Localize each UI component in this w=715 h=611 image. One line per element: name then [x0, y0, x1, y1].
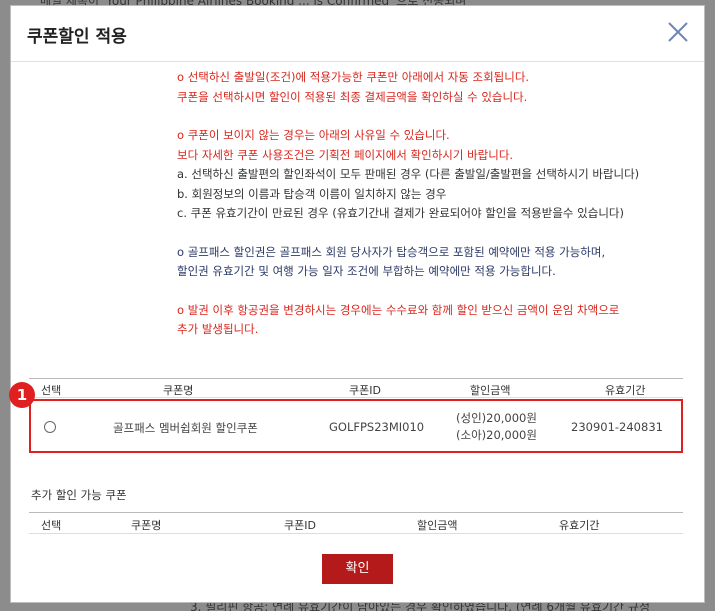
- modal-header: 쿠폰할인 적용: [11, 6, 704, 62]
- confirm-button[interactable]: 확인: [322, 554, 393, 584]
- notice-p2-line1: o 쿠폰이 보이지 않는 경우는 아래의 사유일 수 있습니다.: [177, 128, 450, 142]
- coupon-name: 골프패스 멤버쉽회원 할인쿠폰: [113, 421, 258, 435]
- header-id: 쿠폰ID: [349, 384, 381, 397]
- coupon-validity: 230901-240831: [571, 420, 663, 434]
- extra-header-validity: 유효기간: [559, 519, 600, 532]
- extra-header-name: 쿠폰명: [131, 519, 162, 532]
- coupon-id: GOLFPS23MI010: [329, 420, 425, 434]
- extra-header-amount: 할인금액: [417, 519, 458, 532]
- notice-p2-a: a. 선택하신 출발편의 할인좌석이 모두 판매된 경우 (다른 출발일/출발편…: [177, 167, 640, 181]
- extra-coupon-title: 추가 할인 가능 쿠폰: [31, 488, 127, 502]
- notice-p2-b: b. 회원정보의 이름과 탑승객 이름이 일치하지 않는 경우: [177, 186, 447, 201]
- close-icon[interactable]: [666, 20, 690, 44]
- table-row[interactable]: 골프패스 멤버쉽회원 할인쿠폰 GOLFPS23MI010 (성인)20,000…: [29, 399, 683, 453]
- coupon-select-radio[interactable]: [44, 421, 56, 433]
- notice-p1-line1: o 선택하신 출발일(조건)에 적용가능한 쿠폰만 아래에서 자동 조회됩니다.: [177, 70, 530, 84]
- extra-header-id: 쿠폰ID: [284, 519, 316, 532]
- notice-p2-c: c. 쿠폰 유효기간이 만료된 경우 (유효기간내 결제가 완료되어야 할인을 …: [177, 206, 624, 220]
- notice-p4-line1: o 발권 이후 항공권을 변경하시는 경우에는 수수료와 함께 할인 받으신 금…: [177, 302, 620, 317]
- notice-p3-line2: 할인권 유효기간 및 여행 가능 일자 조건에 부합하는 예약에만 적용 가능합…: [177, 264, 556, 278]
- notice-p1-line2: 쿠폰을 선택하시면 할인이 적용된 최종 결제금액을 확인하실 수 있습니다.: [177, 89, 528, 104]
- modal-title: 쿠폰할인 적용: [27, 27, 127, 47]
- coupon-modal: 쿠폰할인 적용 o 선택하신 출발일(조건)에 적용가능한 쿠폰만 아래에서 자…: [10, 5, 705, 603]
- annotation-badge: 1: [9, 382, 35, 408]
- notice-p3-line1: o 골프패스 할인권은 골프패스 회원 당사자가 탑승객으로 포함된 예약에만 …: [177, 244, 606, 259]
- coupon-amount: (성인)20,000원 (소아)20,000원: [456, 410, 537, 444]
- notice-p2-line2: 보다 자세한 쿠폰 사용조건은 기획전 페이지에서 확인하시기 바랍니다.: [177, 147, 514, 162]
- coupon-amount-child: (소아)20,000원: [456, 428, 537, 442]
- header-name: 쿠폰명: [163, 384, 194, 397]
- header-validity: 유효기간: [605, 384, 646, 397]
- notice-text: o 선택하신 출발일(조건)에 적용가능한 쿠폰만 아래에서 자동 조회됩니다.…: [177, 68, 697, 359]
- notice-p4-line2: 추가 발생됩니다.: [177, 322, 259, 336]
- header-select: 선택: [41, 384, 62, 397]
- coupon-amount-adult: (성인)20,000원: [456, 411, 537, 425]
- extra-header-select: 선택: [41, 519, 62, 532]
- header-amount: 할인금액: [470, 384, 511, 397]
- extra-table-header: 선택 쿠폰명 쿠폰ID 할인금액 유효기간: [29, 512, 683, 534]
- coupon-table-header: 선택 쿠폰명 쿠폰ID 할인금액 유효기간: [29, 378, 683, 398]
